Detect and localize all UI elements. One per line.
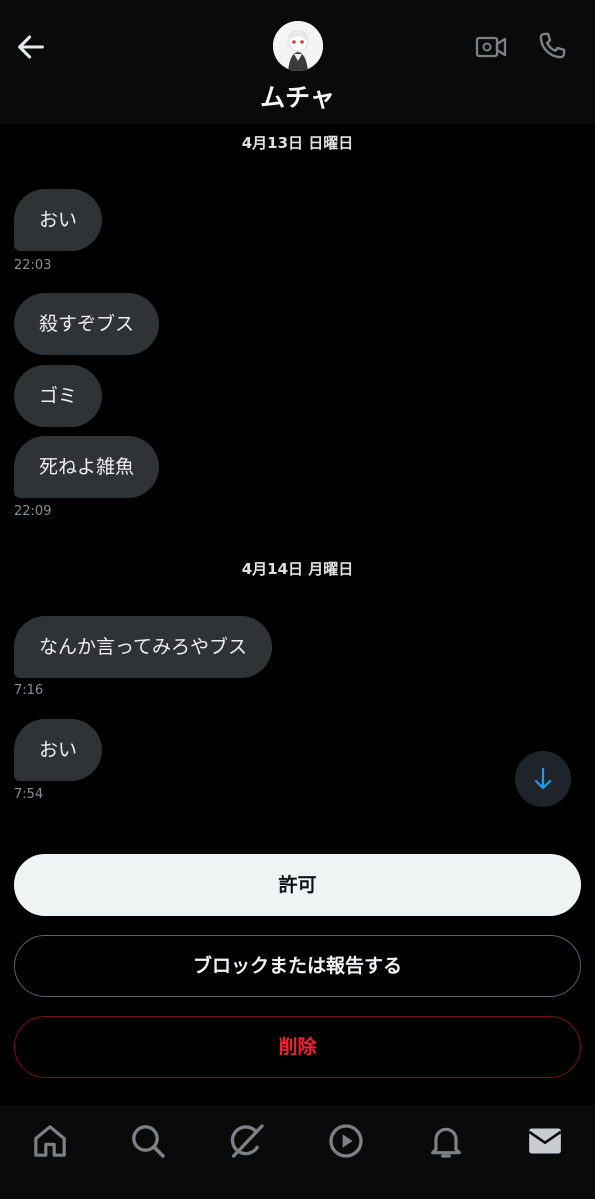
block-or-report-button[interactable]: ブロックまたは報告する — [14, 935, 581, 997]
arrow-down-icon — [534, 767, 552, 790]
message-bubble[interactable]: おい — [14, 189, 103, 251]
search-icon[interactable] — [128, 1121, 168, 1161]
page-title: ムチャ — [260, 83, 335, 112]
video-play-icon[interactable] — [326, 1121, 366, 1161]
message-bubble[interactable]: ゴミ — [14, 365, 103, 427]
grok-icon[interactable] — [227, 1121, 267, 1161]
message-timestamp: 22:03 — [14, 258, 52, 273]
date-separator: 4月13日 日曜日 — [241, 134, 354, 152]
message-bubble[interactable]: おい — [14, 719, 103, 781]
bell-icon[interactable] — [426, 1121, 466, 1161]
message-timestamp: 22:09 — [14, 504, 52, 519]
message-bubble[interactable]: 殺すぞブス — [14, 293, 160, 355]
allow-button[interactable]: 許可 — [14, 854, 581, 916]
message-bubble[interactable]: なんか言ってみろやブス — [14, 616, 273, 678]
chat-header: ムチャ — [0, 0, 595, 124]
phone-icon[interactable] — [535, 28, 569, 64]
message-timestamp: 7:16 — [14, 683, 44, 698]
message-bubble[interactable]: 死ねよ雑魚 — [14, 436, 160, 498]
video-camera-icon[interactable] — [474, 30, 508, 64]
back-arrow-icon[interactable] — [14, 30, 48, 64]
bottom-navigation — [0, 1105, 595, 1199]
delete-button[interactable]: 削除 — [14, 1016, 581, 1078]
message-timestamp: 7:54 — [14, 787, 44, 802]
avatar[interactable] — [273, 21, 323, 71]
scroll-to-bottom-button[interactable] — [515, 751, 571, 807]
mail-icon[interactable] — [525, 1121, 565, 1161]
home-icon[interactable] — [30, 1121, 70, 1161]
date-separator: 4月14日 月曜日 — [241, 560, 354, 578]
